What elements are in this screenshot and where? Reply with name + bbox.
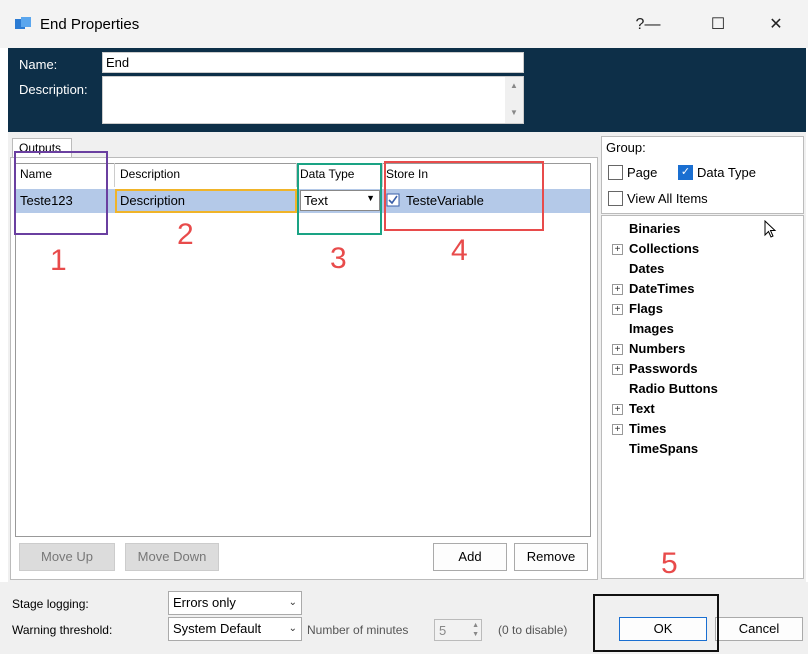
scroll-down-icon[interactable]: ▼ bbox=[505, 108, 523, 117]
close-icon: ✕ bbox=[769, 16, 783, 33]
mouse-cursor-icon bbox=[764, 220, 777, 238]
tree-item[interactable]: DateTimes bbox=[629, 281, 695, 296]
chevron-down-icon: ⌄ bbox=[288, 597, 297, 608]
maximize-button[interactable]: ☐ bbox=[698, 10, 738, 40]
tree-item[interactable]: TimeSpans bbox=[629, 441, 698, 456]
data-type-checkbox-label: Data Type bbox=[697, 165, 757, 180]
warning-threshold-label: Warning threshold: bbox=[12, 623, 113, 637]
minutes-value: 5 bbox=[439, 623, 447, 638]
column-divider[interactable] bbox=[382, 163, 383, 187]
view-all-checkbox-label: View All Items bbox=[627, 191, 708, 206]
minimize-icon[interactable]: — bbox=[644, 16, 660, 33]
warning-threshold-value: System Default bbox=[173, 621, 262, 636]
tree-item[interactable]: Collections bbox=[629, 241, 699, 256]
stage-logging-select[interactable]: Errors only ⌄ bbox=[168, 591, 302, 615]
stage-logging-value: Errors only bbox=[173, 595, 236, 610]
annotation-number-2: 2 bbox=[177, 218, 194, 251]
minutes-spinner[interactable]: 5 ▲ ▼ bbox=[434, 619, 482, 641]
warning-threshold-select[interactable]: System Default ⌄ bbox=[168, 617, 302, 641]
window-title: End Properties bbox=[40, 16, 140, 33]
description-label: Description: bbox=[19, 82, 88, 97]
help-button[interactable]: ?— bbox=[628, 10, 668, 40]
annotation-number-5: 5 bbox=[661, 547, 678, 580]
annotation-box-store-in bbox=[384, 161, 544, 231]
tree-item[interactable]: Flags bbox=[629, 301, 663, 316]
annotation-box-data-type bbox=[297, 163, 382, 235]
tree-item[interactable]: Text bbox=[629, 401, 655, 416]
tree-item[interactable]: Radio Buttons bbox=[629, 381, 718, 396]
annotation-number-4: 4 bbox=[451, 234, 468, 267]
spinner-arrows-icon[interactable]: ▲ ▼ bbox=[472, 621, 479, 639]
expand-icon[interactable]: + bbox=[612, 404, 623, 415]
maximize-icon: ☐ bbox=[710, 16, 726, 33]
column-header-description[interactable]: Description bbox=[120, 167, 180, 181]
tree-item[interactable]: Images bbox=[629, 321, 674, 336]
expand-icon[interactable]: + bbox=[612, 424, 623, 435]
page-checkbox-label: Page bbox=[627, 165, 658, 180]
group-label: Group: bbox=[606, 140, 646, 155]
scroll-up-icon[interactable]: ▲ bbox=[505, 81, 523, 90]
expand-icon[interactable]: + bbox=[612, 344, 623, 355]
name-label: Name: bbox=[19, 57, 58, 72]
app-icon bbox=[15, 17, 31, 29]
close-button[interactable]: ✕ bbox=[756, 10, 796, 40]
annotation-box-name bbox=[14, 151, 108, 235]
annotation-box-ok bbox=[593, 594, 719, 652]
move-down-button[interactable]: Move Down bbox=[125, 543, 219, 571]
chevron-down-icon: ⌄ bbox=[288, 623, 297, 634]
minutes-label: Number of minutes bbox=[307, 623, 409, 637]
annotation-box-description bbox=[115, 189, 297, 213]
add-button[interactable]: Add bbox=[433, 543, 507, 571]
expand-icon[interactable]: + bbox=[612, 364, 623, 375]
page-checkbox[interactable] bbox=[608, 165, 623, 180]
description-scrollbar[interactable]: ▲ ▼ bbox=[505, 77, 523, 123]
disable-hint: (0 to disable) bbox=[498, 623, 568, 637]
tree-item[interactable]: Passwords bbox=[629, 361, 698, 376]
tree-item[interactable]: Numbers bbox=[629, 341, 685, 356]
description-field[interactable]: ▲ ▼ bbox=[102, 76, 524, 124]
stage-logging-label: Stage logging: bbox=[12, 597, 89, 611]
data-type-checkbox[interactable]: ✓ bbox=[678, 165, 693, 180]
tree-item[interactable]: Dates bbox=[629, 261, 664, 276]
column-divider[interactable] bbox=[114, 163, 115, 187]
view-all-checkbox[interactable] bbox=[608, 191, 623, 206]
name-field[interactable]: End bbox=[102, 52, 524, 73]
cancel-button[interactable]: Cancel bbox=[715, 617, 803, 641]
remove-button[interactable]: Remove bbox=[514, 543, 588, 571]
expand-icon[interactable]: + bbox=[612, 304, 623, 315]
annotation-number-3: 3 bbox=[330, 242, 347, 275]
expand-icon[interactable]: + bbox=[612, 244, 623, 255]
tree-item[interactable]: Binaries bbox=[629, 221, 680, 236]
expand-icon[interactable]: + bbox=[612, 284, 623, 295]
annotation-number-1: 1 bbox=[50, 244, 67, 277]
tree-item[interactable]: Times bbox=[629, 421, 666, 436]
move-up-button[interactable]: Move Up bbox=[19, 543, 115, 571]
